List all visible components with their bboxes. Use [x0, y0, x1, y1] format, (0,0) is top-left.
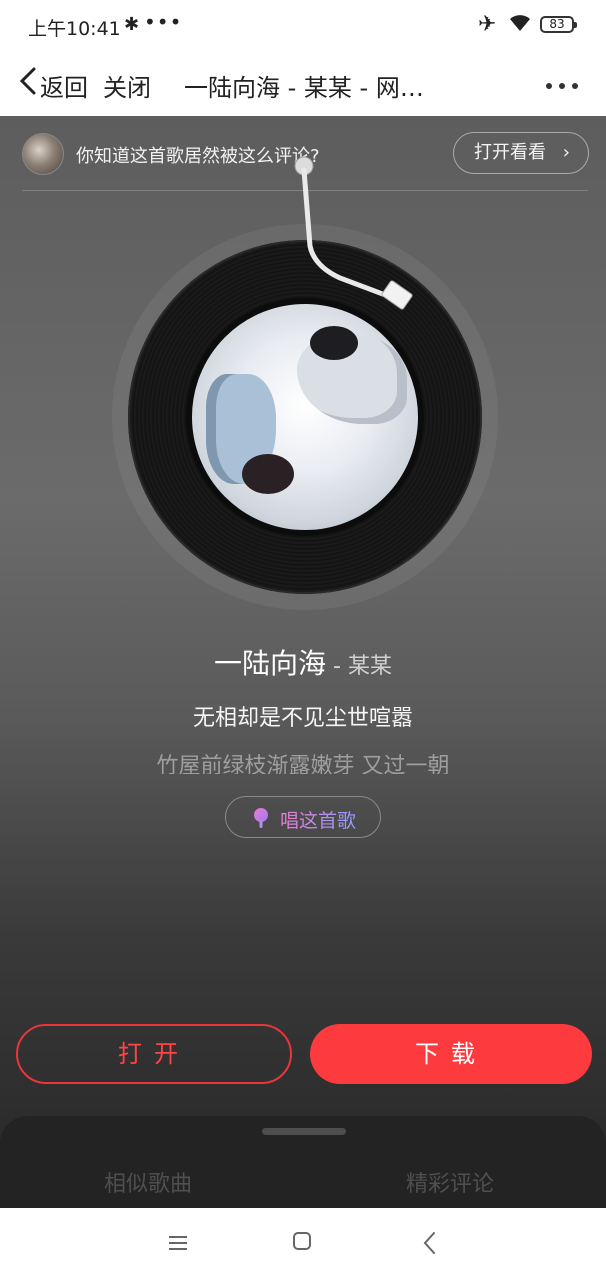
browser-nav-bar: 返回 关闭 一陆向海 - 某某 - 网易云音乐 — [0, 52, 606, 116]
back-icon[interactable] — [422, 1230, 438, 1256]
menu-icon[interactable] — [168, 1234, 188, 1252]
battery-level: 83 — [549, 17, 565, 31]
player-area: 你知道这首歌居然被这么评论? 打开看看 › 一陆向海 - 某某 无相却是不见尘世… — [0, 116, 606, 1208]
open-and-see-button[interactable]: 打开看看 › — [453, 132, 589, 174]
page-title: 一陆向海 - 某某 - 网易云音乐 — [184, 74, 429, 102]
microphone-icon — [254, 808, 268, 828]
status-bar: 上午10:41 ✱ ••• ✈ 83 — [0, 0, 606, 52]
lyric-current: 无相却是不见尘世喧嚣 — [192, 706, 413, 731]
chevron-right-icon: › — [562, 142, 570, 163]
tab-similar-songs[interactable]: 相似歌曲 — [104, 1166, 192, 1198]
avatar — [22, 133, 64, 175]
bottom-sheet[interactable]: 相似歌曲 精彩评论 — [0, 1116, 606, 1208]
download-button[interactable]: 下载 — [310, 1024, 592, 1084]
battery-icon: 83 — [540, 16, 577, 33]
wifi-icon — [510, 15, 530, 31]
more-options-icon[interactable] — [546, 74, 586, 94]
open-and-see-label: 打开看看 — [474, 142, 546, 163]
system-nav-bar — [0, 1208, 606, 1280]
tab-hot-comments[interactable]: 精彩评论 — [406, 1166, 494, 1198]
bluetooth-icon: ✱ — [124, 14, 140, 35]
song-artist: 某某 — [347, 654, 392, 679]
status-dots: ••• — [144, 10, 183, 34]
tonearm-icon — [294, 156, 413, 310]
back-chevron-icon[interactable] — [16, 66, 42, 96]
back-button[interactable]: 返回 — [40, 68, 88, 103]
sing-label: 唱这首歌 — [280, 806, 356, 833]
sheet-handle[interactable] — [262, 1128, 346, 1135]
song-separator: - — [326, 654, 348, 679]
album-cover — [186, 298, 424, 536]
open-app-button[interactable]: 打开 — [16, 1024, 292, 1084]
song-title: 一陆向海 — [214, 647, 327, 680]
lyric-next: 竹屋前绿枝渐露嫩芽 又过一朝 — [156, 754, 450, 774]
airplane-icon: ✈ — [478, 12, 497, 37]
close-button[interactable]: 关闭 — [103, 68, 151, 103]
song-info: 一陆向海 - 某某 — [0, 642, 606, 682]
status-time: 上午10:41 — [28, 18, 121, 40]
home-icon[interactable] — [293, 1232, 311, 1250]
banner-text: 你知道这首歌居然被这么评论? — [76, 146, 320, 167]
sing-this-song-button[interactable]: 唱这首歌 — [225, 796, 381, 838]
